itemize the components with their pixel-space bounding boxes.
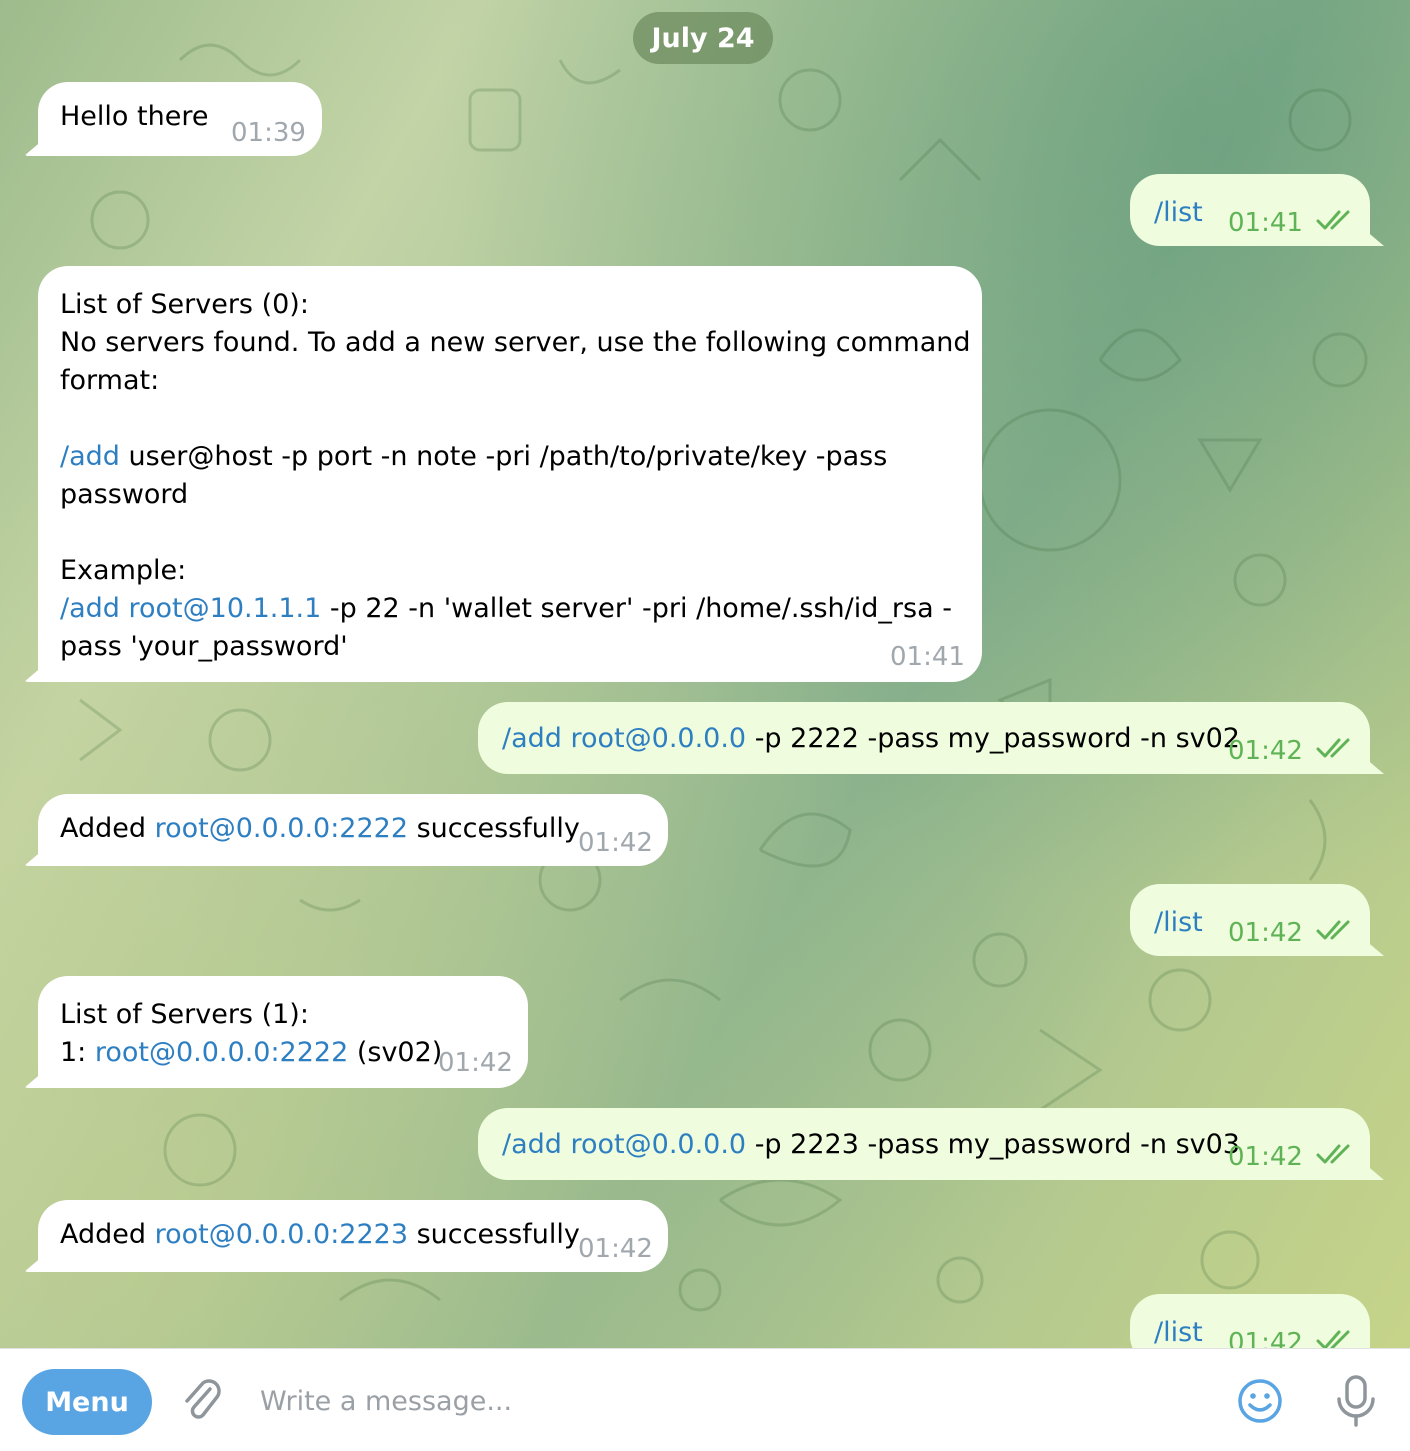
message-time: 01:42 — [1228, 736, 1303, 766]
read-checkmarks-icon — [1316, 920, 1350, 940]
message-text-segment — [120, 593, 129, 624]
message-line: Hello there — [60, 98, 208, 136]
message-text-segment: format: — [60, 365, 160, 396]
attach-icon[interactable] — [176, 1375, 226, 1429]
message-line: /list — [1154, 904, 1203, 942]
read-checkmarks-icon — [1316, 738, 1350, 758]
read-checkmarks-icon — [1316, 1330, 1350, 1348]
message-link[interactable]: /list — [1154, 907, 1203, 938]
message-text-segment: No servers found. To add a new server, u… — [60, 327, 971, 358]
message-link[interactable]: /add — [502, 1129, 562, 1160]
message-line — [60, 514, 971, 552]
message-time: 01:42 — [578, 1234, 653, 1264]
message-text: /add root@0.0.0.0 -p 2222 -pass my_passw… — [502, 720, 1240, 758]
message-link[interactable]: root@0.0.0.0 — [571, 723, 747, 754]
message-line: /add root@0.0.0.0 -p 2223 -pass my_passw… — [502, 1126, 1240, 1164]
message-time: 01:39 — [231, 118, 306, 148]
message-text-segment: -p 22 -n 'wallet server' -pri /home/.ssh… — [321, 593, 952, 624]
message-time: 01:42 — [1228, 918, 1303, 948]
read-checkmarks-icon — [1316, 1144, 1350, 1164]
message-text-segment — [562, 1129, 571, 1160]
message-link[interactable]: root@0.0.0.0:2222 — [95, 1037, 348, 1068]
message-line: 1: root@0.0.0.0:2222 (sv02) — [60, 1034, 442, 1072]
message-time: 01:42 — [438, 1048, 513, 1078]
chat-area[interactable]: July 24 Hello there 01:39/list 01:41 List o… — [0, 0, 1410, 1348]
message-line: /add root@0.0.0.0 -p 2222 -pass my_passw… — [502, 720, 1240, 758]
message-text-segment: pass 'your_password' — [60, 631, 348, 662]
message-link[interactable]: root@0.0.0.0:2223 — [155, 1219, 408, 1250]
message-text-segment: Added — [60, 1219, 155, 1250]
read-checkmarks-icon — [1316, 210, 1350, 230]
message-link[interactable]: /list — [1154, 1317, 1203, 1348]
outgoing-message[interactable]: /list 01:42 — [1130, 884, 1370, 956]
message-text-segment: (sv02) — [348, 1037, 443, 1068]
message-line — [60, 400, 971, 438]
message-line: /list — [1154, 1314, 1203, 1348]
message-line: List of Servers (0): — [60, 286, 971, 324]
message-text-segment: 1: — [60, 1037, 95, 1068]
message-link[interactable]: /add — [60, 593, 120, 624]
incoming-message[interactable]: List of Servers (0): No servers found. To… — [38, 266, 982, 682]
message-link[interactable]: root@0.0.0.0:2222 — [155, 813, 408, 844]
message-text-segment: user@host -p port -n note -pri /path/to/… — [119, 441, 888, 472]
message-line: List of Servers (1): — [60, 996, 442, 1034]
message-line: /list — [1154, 194, 1203, 232]
incoming-message[interactable]: List of Servers (1): 1: root@0.0.0.0:2222… — [38, 976, 528, 1088]
message-time: 01:41 — [890, 642, 965, 672]
message-text-segment: Hello there — [60, 101, 209, 132]
composer-bar: Menu — [0, 1348, 1410, 1451]
message-line: Added root@0.0.0.0:2222 successfully — [60, 810, 580, 848]
incoming-message[interactable]: Hello there 01:39 — [38, 82, 322, 156]
message-line: Added root@0.0.0.0:2223 successfully — [60, 1216, 580, 1254]
message-link[interactable]: root@0.0.0.0 — [571, 1129, 747, 1160]
message-text-segment — [562, 723, 571, 754]
message-text-segment: Example: — [60, 555, 187, 586]
message-link[interactable]: /add — [60, 441, 120, 472]
message-line: /add root@10.1.1.1 -p 22 -n 'wallet serv… — [60, 590, 971, 628]
message-text: Added root@0.0.0.0:2222 successfully — [60, 810, 580, 848]
message-text-segment: Added — [60, 813, 155, 844]
outgoing-message[interactable]: /list 01:42 — [1130, 1294, 1370, 1348]
message-text: /list — [1154, 194, 1203, 232]
message-text-segment: -p 2222 -pass my_password -n sv02 — [746, 723, 1240, 754]
message-text: Hello there — [60, 98, 208, 136]
message-link[interactable]: root@10.1.1.1 — [129, 593, 322, 624]
message-time: 01:42 — [1228, 1142, 1303, 1172]
message-text-segment: successfully — [408, 813, 580, 844]
message-text-segment: successfully — [408, 1219, 580, 1250]
message-input[interactable] — [258, 1377, 1202, 1425]
outgoing-message[interactable]: /add root@0.0.0.0 -p 2223 -pass my_passw… — [478, 1108, 1370, 1180]
message-text: Added root@0.0.0.0:2223 successfully — [60, 1216, 580, 1254]
outgoing-message[interactable]: /list 01:41 — [1130, 174, 1370, 246]
message-time: 01:41 — [1228, 208, 1303, 238]
message-line: Example: — [60, 552, 971, 590]
message-line: pass 'your_password' — [60, 628, 971, 666]
message-text: /list — [1154, 1314, 1203, 1348]
emoji-icon[interactable] — [1236, 1377, 1284, 1429]
message-time: 01:42 — [1228, 1328, 1303, 1348]
message-text: List of Servers (1): 1: root@0.0.0.0:2222… — [60, 996, 442, 1072]
incoming-message[interactable]: Added root@0.0.0.0:2223 successfully 01:4… — [38, 1200, 668, 1272]
message-text-segment: List of Servers (1): — [60, 999, 309, 1030]
outgoing-message[interactable]: /add root@0.0.0.0 -p 2222 -pass my_passw… — [478, 702, 1370, 774]
message-link[interactable]: /add — [502, 723, 562, 754]
date-label: July 24 — [651, 22, 755, 54]
menu-button[interactable]: Menu — [22, 1369, 152, 1435]
message-line: format: — [60, 362, 971, 400]
message-text: List of Servers (0): No servers found. To… — [60, 286, 971, 666]
message-text-segment: password — [60, 479, 189, 510]
message-text-segment: -p 2223 -pass my_password -n sv03 — [746, 1129, 1240, 1160]
message-line: /add user@host -p port -n note -pri /pat… — [60, 438, 971, 476]
message-line: No servers found. To add a new server, u… — [60, 324, 971, 362]
incoming-message[interactable]: Added root@0.0.0.0:2222 successfully 01:4… — [38, 794, 668, 866]
message-link[interactable]: /list — [1154, 197, 1203, 228]
microphone-icon[interactable] — [1334, 1373, 1378, 1433]
message-text-segment: List of Servers (0): — [60, 289, 309, 320]
message-text: /list — [1154, 904, 1203, 942]
date-separator: July 24 — [633, 12, 773, 64]
message-line: password — [60, 476, 971, 514]
message-text: /add root@0.0.0.0 -p 2223 -pass my_passw… — [502, 1126, 1240, 1164]
message-time: 01:42 — [578, 828, 653, 858]
